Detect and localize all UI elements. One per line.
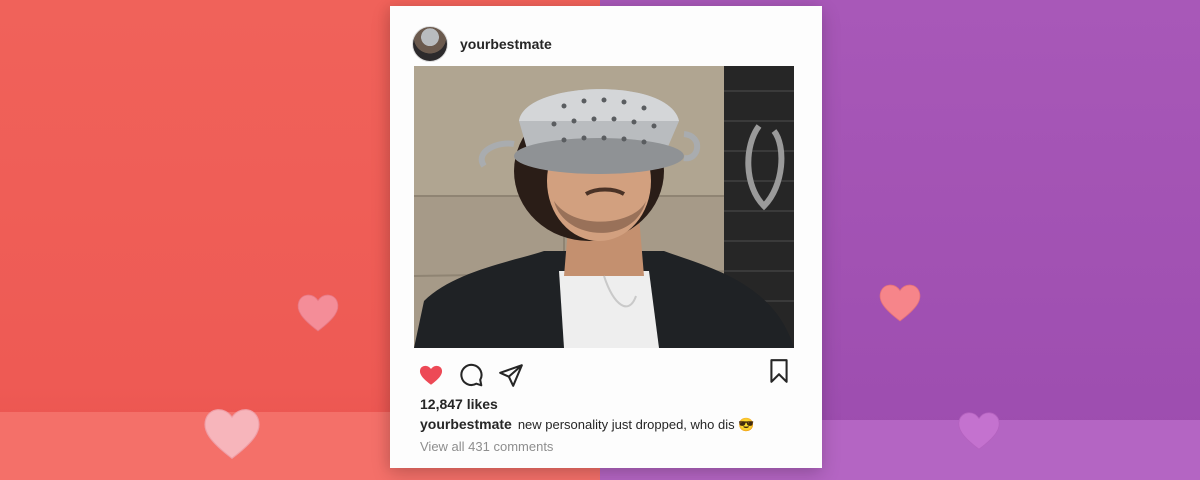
paper-heart-icon — [952, 410, 1006, 452]
comment-icon[interactable] — [458, 362, 484, 388]
send-icon[interactable] — [498, 362, 524, 388]
post-header: yourbestmate — [412, 26, 552, 62]
heart-icon[interactable] — [418, 362, 444, 388]
post-caption: yourbestmate new personality just dropped… — [420, 416, 754, 433]
paper-heart-icon — [296, 292, 340, 334]
avatar[interactable] — [412, 26, 448, 62]
caption-text: new personality just dropped, who dis 😎 — [517, 417, 755, 432]
paper-heart-icon — [878, 282, 922, 324]
post-actions — [418, 359, 798, 390]
post-card: yourbestmate 12,847 likes yourbestmate n… — [390, 6, 822, 468]
like-count[interactable]: 12,847 likes — [420, 396, 498, 412]
bookmark-icon[interactable] — [766, 358, 792, 384]
post-photo[interactable] — [414, 66, 794, 348]
paper-heart-icon — [196, 406, 268, 462]
view-comments-link[interactable]: View all 431 comments — [420, 439, 553, 454]
username[interactable]: yourbestmate — [460, 36, 552, 52]
caption-username[interactable]: yourbestmate — [420, 416, 512, 432]
